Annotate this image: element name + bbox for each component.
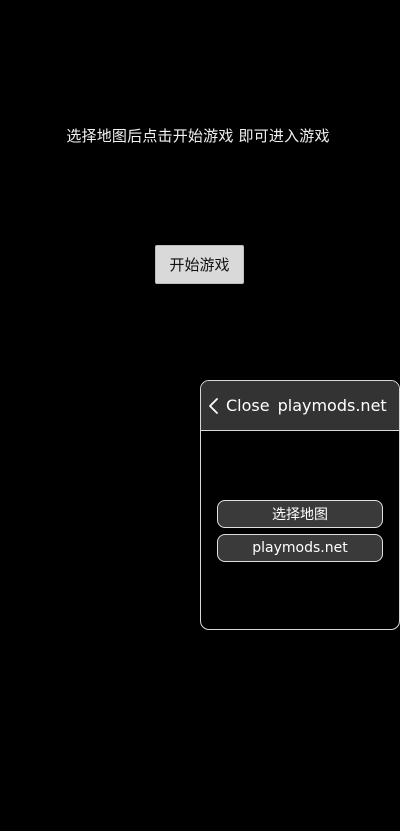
instruction-text: 选择地图后点击开始游戏 即可进入游戏 (66, 127, 330, 145)
playmods-site-button[interactable]: playmods.net (217, 534, 383, 562)
mod-menu-header[interactable]: Close playmods.net (201, 381, 399, 431)
mod-menu-panel: Close playmods.net 选择地图 playmods.net (200, 380, 400, 630)
site-label: playmods.net (277, 396, 387, 415)
chevron-left-icon[interactable] (207, 396, 221, 416)
game-screen: 选择地图后点击开始游戏 即可进入游戏 开始游戏 Close playmods.n… (0, 0, 400, 831)
close-label[interactable]: Close (226, 396, 270, 415)
select-map-button[interactable]: 选择地图 (217, 500, 383, 528)
start-game-button[interactable]: 开始游戏 (155, 245, 244, 284)
mod-menu-body: 选择地图 playmods.net (201, 431, 399, 629)
